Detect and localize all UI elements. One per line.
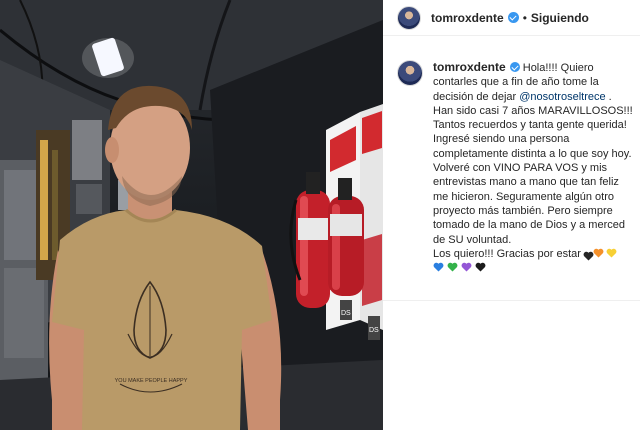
orange-heart-icon — [593, 248, 604, 258]
black-heart-icon — [475, 262, 486, 272]
post-photo[interactable]: DS DS YOU MAKE PEOPLE HAPPY — [0, 0, 383, 430]
caption-inline-hearts — [581, 248, 617, 261]
caption-hearts-line — [433, 262, 633, 272]
photo-scene: DS DS YOU MAKE PEOPLE HAPPY — [0, 0, 383, 430]
avatar[interactable] — [397, 5, 421, 30]
caption-username[interactable]: tomroxdente — [433, 60, 506, 74]
separator-dot: • — [522, 10, 527, 25]
caption-mention-link[interactable]: @nosotroseltrece — [519, 91, 605, 103]
following-button[interactable]: Siguiendo — [531, 11, 589, 25]
sign-label-right: DS — [369, 327, 379, 334]
green-heart-icon — [447, 262, 458, 272]
verified-badge-icon — [507, 12, 519, 23]
yellow-heart-icon — [606, 248, 617, 258]
post-author-username[interactable]: tomroxdente — [431, 11, 504, 25]
post-sidebar: tomroxdente • Siguiendo tomroxdente Hola… — [383, 0, 640, 430]
blue-heart-icon — [433, 262, 444, 272]
caption-avatar[interactable] — [397, 60, 423, 86]
purple-heart-icon — [461, 262, 472, 272]
caption-body: tomroxdente Hola!!!! Quiero contarles qu… — [433, 60, 633, 272]
caption-divider — [383, 300, 640, 301]
shirt-print-text: YOU MAKE PEOPLE HAPPY — [115, 378, 188, 384]
caption: tomroxdente Hola!!!! Quiero contarles qu… — [397, 60, 633, 272]
caption-text-end: . Han sido casi 7 años MARAVILLOSOS!!! T… — [433, 90, 633, 260]
sign-label-left: DS — [341, 310, 351, 317]
caption-verified-badge-icon — [509, 62, 520, 72]
black-heart-icon — [583, 251, 594, 261]
post-header: tomroxdente • Siguiendo — [383, 0, 640, 36]
